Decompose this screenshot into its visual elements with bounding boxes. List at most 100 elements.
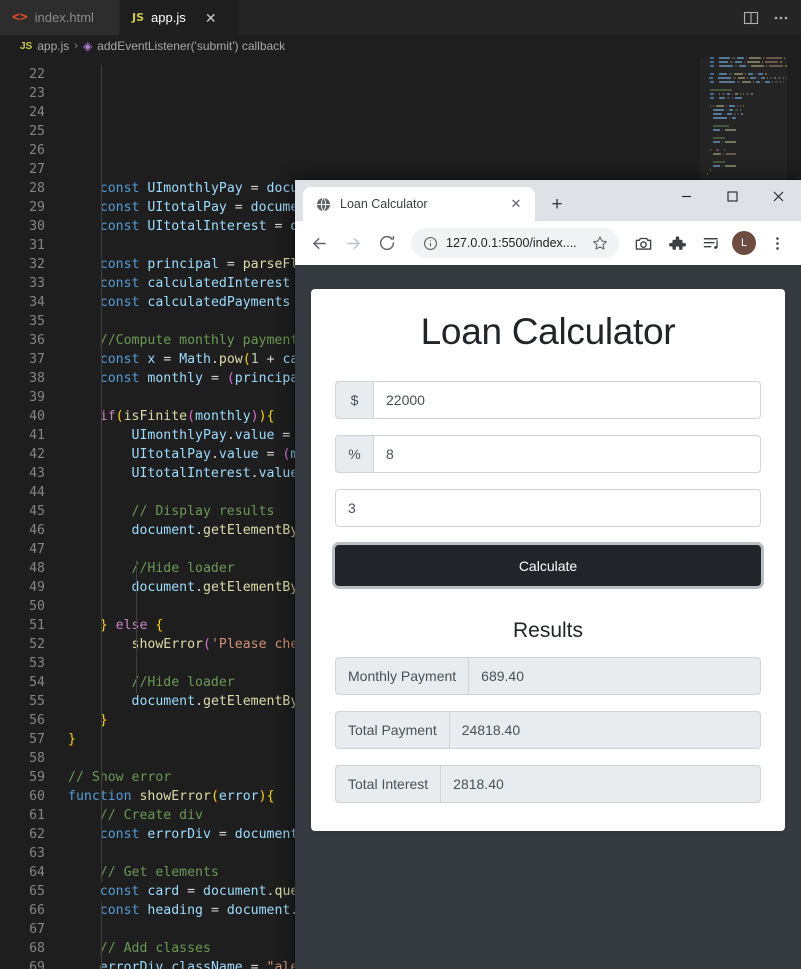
line-number: 60 — [29, 789, 45, 804]
symbol-method-icon: ◈ — [82, 39, 93, 53]
indent-guide — [101, 902, 102, 969]
line-number: 52 — [29, 637, 45, 652]
forward-arrow-icon[interactable] — [337, 227, 369, 259]
address-bar[interactable]: 127.0.0.1:5500/index.... — [411, 228, 619, 258]
interest-input[interactable] — [373, 435, 761, 473]
breadcrumb-symbol[interactable]: ◈ addEventListener('submit') callback — [83, 39, 285, 53]
line-number: 61 — [29, 808, 45, 823]
browser-title-bar: Loan Calculator ✕ + — [295, 180, 801, 221]
line-number: 40 — [29, 409, 45, 424]
maximize-button[interactable] — [709, 180, 755, 212]
percent-addon: % — [335, 435, 373, 473]
screen-root: <> index.html JS app.js ✕ JS app.js › ◈ … — [0, 0, 801, 969]
url-text[interactable]: 127.0.0.1:5500/index.... — [446, 236, 579, 250]
line-number: 41 — [29, 428, 45, 443]
new-tab-button[interactable]: + — [543, 190, 571, 218]
indent-guide — [136, 560, 137, 654]
line-number: 25 — [29, 124, 45, 139]
line-number: 47 — [29, 542, 45, 557]
results-heading: Results — [512, 619, 584, 642]
line-number: 64 — [29, 865, 45, 880]
loan-calculator-card: Loan Calculator $ % Calculate Results Mo… — [311, 289, 785, 831]
calculate-button[interactable]: Calculate — [335, 545, 761, 586]
breadcrumb-separator: › — [74, 40, 78, 52]
result-label: Monthly Payment — [335, 657, 469, 695]
reload-icon[interactable] — [371, 227, 403, 259]
indent-guide — [136, 655, 137, 693]
line-number: 67 — [29, 922, 45, 937]
line-number: 38 — [29, 371, 45, 386]
close-icon[interactable]: ✕ — [507, 195, 525, 213]
result-label: Total Interest — [335, 765, 441, 803]
dollar-addon: $ — [335, 381, 373, 419]
star-icon[interactable] — [587, 230, 613, 256]
browser-window: Loan Calculator ✕ + 127.0.0.1:5500/index… — [295, 180, 801, 969]
line-number: 29 — [29, 200, 45, 215]
line-number: 58 — [29, 751, 45, 766]
minimize-button[interactable] — [663, 180, 709, 212]
amount-input-group: $ — [335, 381, 761, 419]
line-number: 33 — [29, 276, 45, 291]
line-number: 63 — [29, 846, 45, 861]
line-number: 50 — [29, 599, 45, 614]
monthly-payment-value[interactable]: 689.40 — [468, 657, 761, 695]
tab-index-html[interactable]: <> index.html — [0, 0, 120, 35]
camera-icon[interactable] — [627, 227, 659, 259]
line-number: 32 — [29, 257, 45, 272]
line-number: 34 — [29, 295, 45, 310]
browser-tab-loan-calculator[interactable]: Loan Calculator ✕ — [303, 187, 535, 221]
line-number: 65 — [29, 884, 45, 899]
puzzle-piece-icon[interactable] — [661, 227, 693, 259]
amount-input[interactable] — [373, 381, 761, 419]
line-number: 28 — [29, 181, 45, 196]
result-row-monthly-payment: Monthly Payment 689.40 — [335, 657, 761, 695]
line-number: 30 — [29, 219, 45, 234]
media-list-icon[interactable] — [695, 227, 727, 259]
browser-toolbar: 127.0.0.1:5500/index.... L — [295, 221, 801, 265]
total-payment-value[interactable]: 24818.40 — [448, 711, 761, 749]
result-row-total-payment: Total Payment 24818.40 — [335, 711, 761, 749]
line-number: 66 — [29, 903, 45, 918]
line-number: 46 — [29, 523, 45, 538]
line-number: 56 — [29, 713, 45, 728]
breadcrumb-symbol-label: addEventListener('submit') callback — [97, 39, 286, 53]
split-editor-icon[interactable] — [743, 10, 759, 26]
tab-app-js[interactable]: JS app.js ✕ — [120, 0, 240, 35]
line-number: 48 — [29, 561, 45, 576]
close-button[interactable] — [755, 180, 801, 212]
years-input[interactable] — [335, 489, 761, 527]
three-dot-menu-icon[interactable] — [761, 227, 793, 259]
line-number: 35 — [29, 314, 45, 329]
line-number: 59 — [29, 770, 45, 785]
globe-icon — [315, 196, 331, 212]
window-controls — [663, 180, 801, 212]
tab-label: index.html — [34, 10, 94, 25]
line-number: 42 — [29, 447, 45, 462]
total-interest-value[interactable]: 2818.40 — [440, 765, 761, 803]
more-actions-icon[interactable] — [773, 10, 789, 26]
line-number: 22 — [29, 67, 45, 82]
line-number: 23 — [29, 86, 45, 101]
line-number: 24 — [29, 105, 45, 120]
result-row-total-interest: Total Interest 2818.40 — [335, 765, 761, 803]
avatar[interactable]: L — [732, 231, 756, 255]
back-arrow-icon[interactable] — [303, 227, 335, 259]
line-number: 26 — [29, 143, 45, 158]
line-number: 27 — [29, 162, 45, 177]
breadcrumb-file[interactable]: JS app.js — [20, 39, 69, 53]
info-circle-icon[interactable] — [423, 236, 438, 251]
javascript-icon: JS — [132, 11, 145, 24]
line-number: 31 — [29, 238, 45, 253]
line-number: 49 — [29, 580, 45, 595]
line-number: 39 — [29, 390, 45, 405]
close-icon[interactable]: ✕ — [203, 10, 219, 26]
line-number-gutter: 22 23 24 25 26 27 28 29 30 31 32 33 34 35 36 37 38 39 40 41… — [0, 57, 66, 969]
line-number: 37 — [29, 352, 45, 367]
line-number: 51 — [29, 618, 45, 633]
breadcrumb-file-label: app.js — [37, 39, 70, 53]
line-number: 44 — [29, 485, 45, 500]
javascript-icon: JS — [20, 40, 33, 52]
interest-input-group: % — [335, 435, 761, 473]
tab-label: app.js — [151, 10, 186, 25]
editor-actions — [743, 0, 801, 35]
